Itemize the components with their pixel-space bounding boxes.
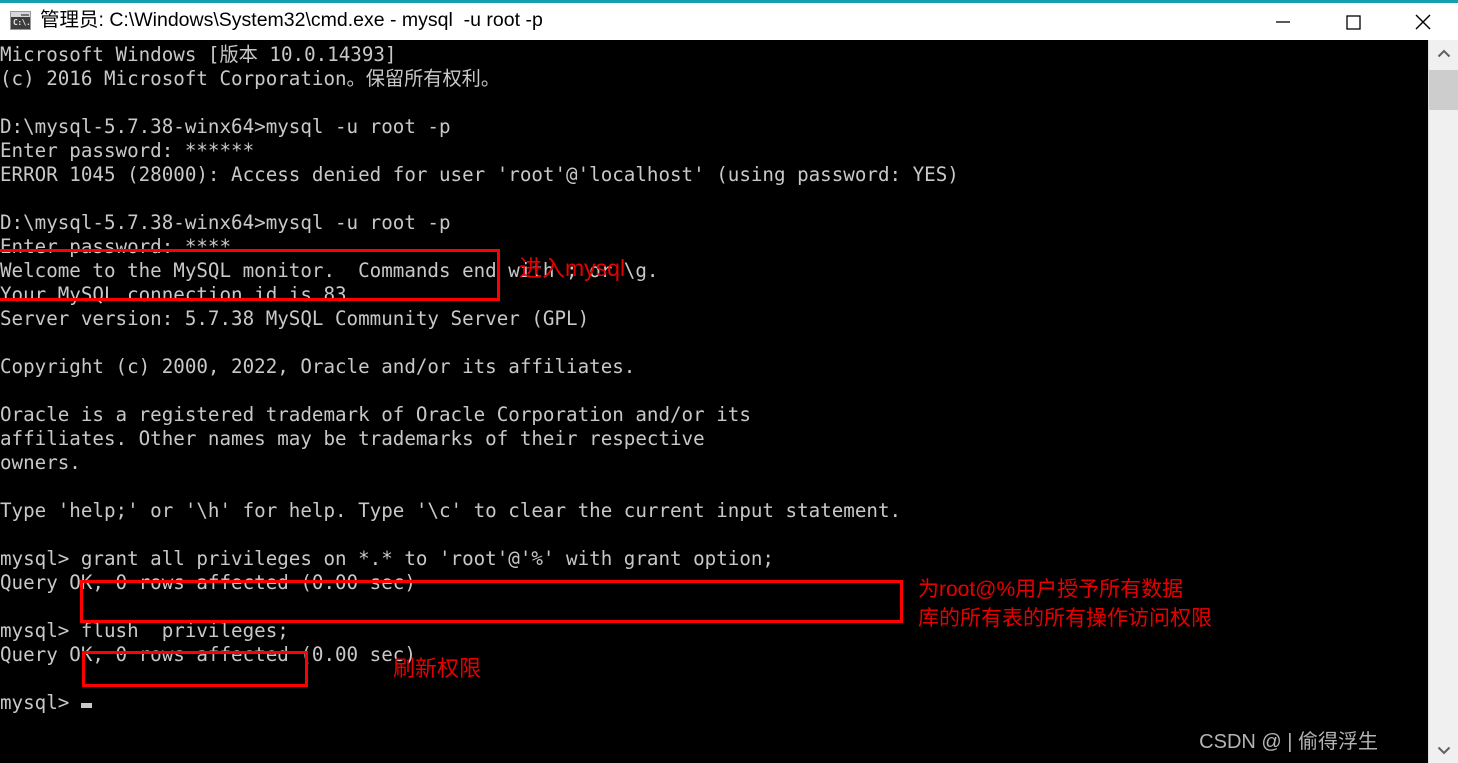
maximize-button[interactable] (1318, 3, 1388, 40)
console-line: Server version: 5.7.38 MySQL Community S… (0, 307, 590, 330)
console-line: Copyright (c) 2000, 2022, Oracle and/or … (0, 355, 636, 378)
text-cursor (81, 703, 93, 708)
console-line: D:\mysql-5.7.38-winx64>mysql -u root -p (0, 115, 451, 138)
console-line: owners. (0, 451, 81, 474)
console-line: mysql> flush privileges; (0, 619, 289, 642)
chevron-up-icon (1437, 49, 1450, 57)
scroll-down-button[interactable] (1429, 736, 1458, 763)
console-line: Enter password: ****** (0, 139, 255, 162)
window-title: 管理员: C:\Windows\System32\cmd.exe - mysql… (40, 9, 543, 31)
cmd-exe-icon: C:\. (10, 11, 31, 30)
console-text: Microsoft Windows [版本 10.0.14393] (c) 201… (0, 43, 1428, 715)
console-line: Query OK, 0 rows affected (0.00 sec) (0, 571, 416, 594)
console-line: affiliates. Other names may be trademark… (0, 427, 705, 450)
cmd-icon-prompt-glyph: C:\. (13, 18, 31, 27)
console-line: Your MySQL connection id is 83 (0, 283, 347, 306)
minimize-button[interactable] (1248, 3, 1318, 40)
minimize-icon (1276, 20, 1290, 23)
title-bar-accent (0, 0, 1458, 3)
grant-privileges-note: 为root@%用户授予所有数据库的所有表的所有操作访问权限 (918, 575, 1212, 633)
console-output-area[interactable]: Microsoft Windows [版本 10.0.14393] (c) 201… (0, 40, 1428, 763)
console-line: Welcome to the MySQL monitor. Commands e… (0, 259, 659, 282)
grant-note-line-2: 库的所有表的所有操作访问权限 (918, 607, 1212, 630)
console-line: Enter password: **** (0, 235, 232, 258)
console-line: Microsoft Windows [版本 10.0.14393] (0, 43, 397, 66)
console-line: Type 'help;' or '\h' for help. Type '\c'… (0, 499, 902, 522)
console-line: mysql> (0, 691, 1428, 715)
console-line: ERROR 1045 (28000): Access denied for us… (0, 163, 959, 186)
maximize-icon (1346, 14, 1361, 30)
scroll-thumb[interactable] (1429, 70, 1458, 110)
console-line: D:\mysql-5.7.38-winx64>mysql -u root -p (0, 211, 451, 234)
close-button[interactable] (1388, 3, 1458, 40)
console-line: mysql> grant all privileges on *.* to 'r… (0, 547, 774, 570)
cmd-icon-titlebar-stripe (11, 12, 30, 17)
scrollbar-track[interactable] (1429, 67, 1458, 736)
close-icon (1415, 14, 1431, 29)
enter-mysql-note: 进入mysql (519, 255, 626, 281)
chevron-down-icon (1437, 746, 1450, 754)
scroll-up-button[interactable] (1429, 40, 1458, 67)
console-line: (c) 2016 Microsoft Corporation。保留所有权利。 (0, 67, 501, 90)
console-line: Query OK, 0 rows affected (0.00 sec) (0, 643, 416, 666)
flush-privileges-note: 刷新权限 (393, 656, 482, 681)
cmd-window: C:\. 管理员: C:\Windows\System32\cmd.exe - … (0, 0, 1458, 763)
vertical-scrollbar[interactable] (1428, 40, 1458, 763)
title-bar[interactable]: C:\. 管理员: C:\Windows\System32\cmd.exe - … (0, 0, 1458, 40)
console-line: Oracle is a registered trademark of Orac… (0, 403, 751, 426)
window-controls (1248, 3, 1458, 40)
grant-note-line-1: 为root@%用户授予所有数据 (918, 578, 1184, 601)
csdn-watermark: CSDN @ | 偷得浮生 (1199, 731, 1378, 753)
